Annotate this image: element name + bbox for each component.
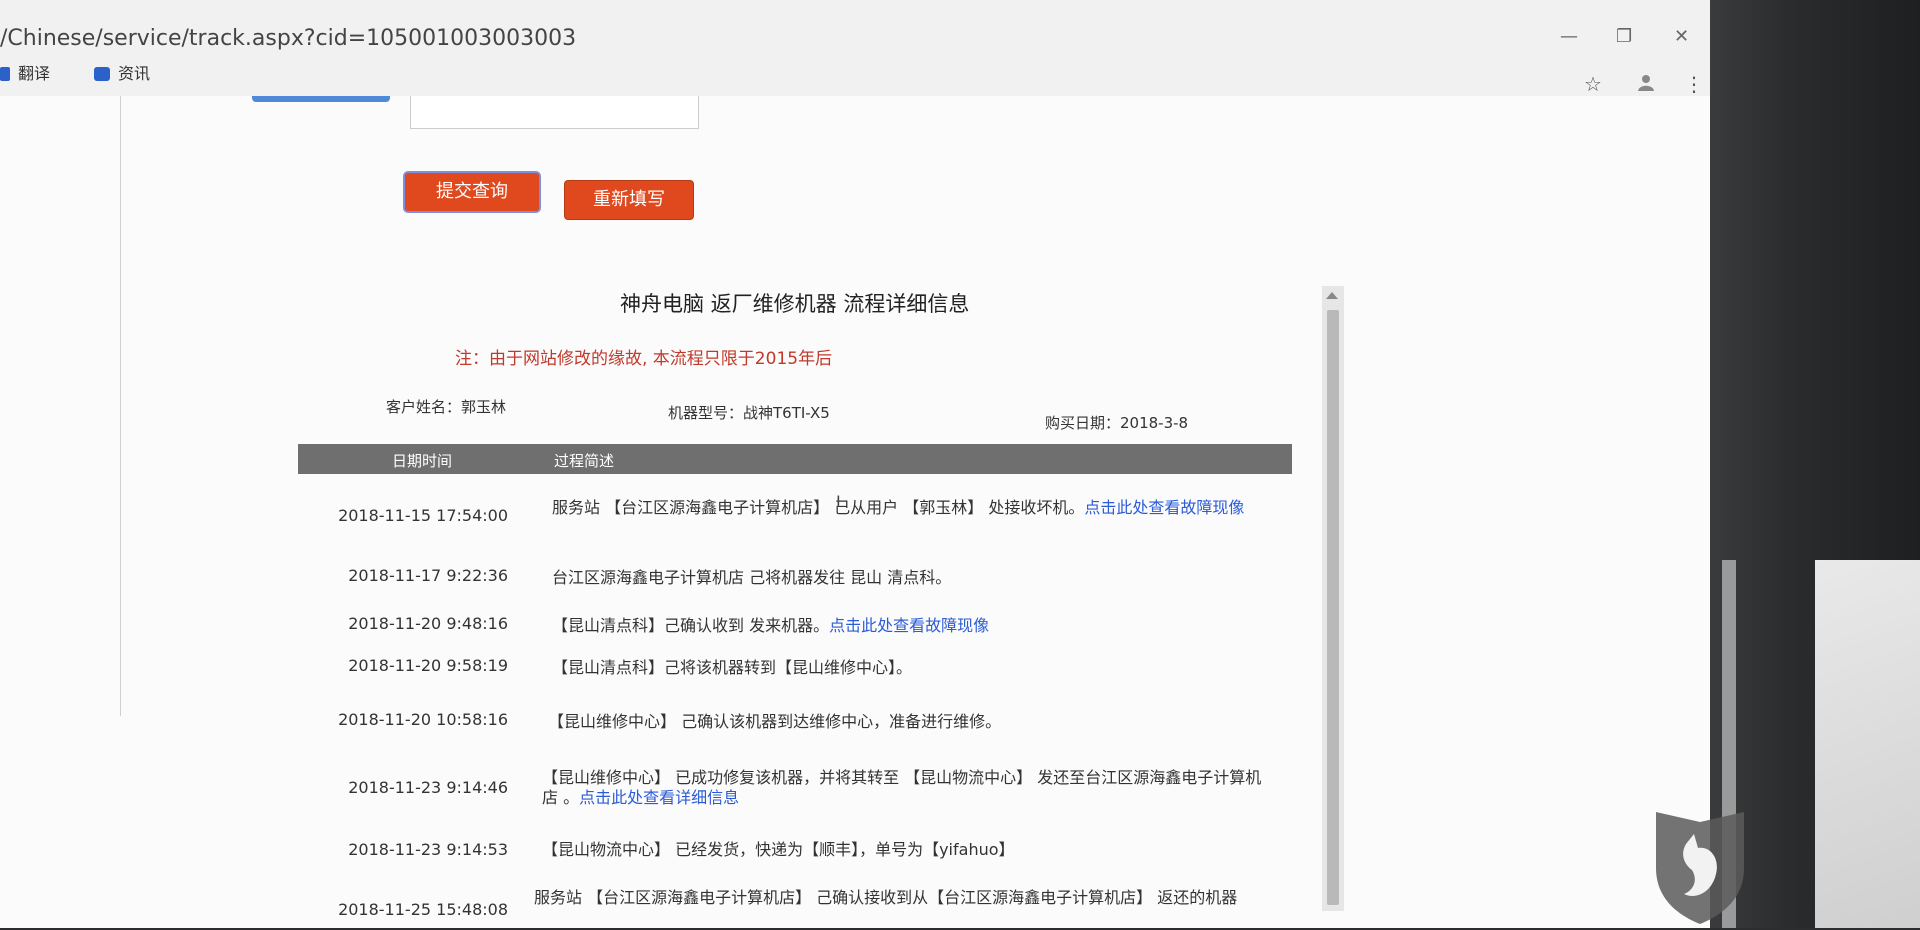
close-icon[interactable]: ✕ bbox=[1674, 26, 1689, 47]
bookmark-news[interactable]: 资讯 bbox=[94, 60, 150, 84]
page-title: 神舟电脑 返厂维修机器 流程详细信息 bbox=[620, 292, 970, 316]
profile-icon[interactable] bbox=[1636, 72, 1656, 97]
header-description: 过程简述 bbox=[554, 452, 615, 470]
table-header: 日期时间 过程简述 bbox=[298, 444, 1292, 474]
row-date: 2018-11-25 15:48:08 bbox=[338, 900, 508, 919]
row-date: 2018-11-20 9:48:16 bbox=[348, 614, 508, 633]
row-description: 服务站 【台江区源海鑫电子计算机店】 己从用户 【郭玉林】 处接收坏机。点击此处… bbox=[552, 498, 1287, 518]
query-input-fragment[interactable] bbox=[410, 96, 699, 129]
minimize-icon[interactable]: — bbox=[1560, 26, 1578, 47]
maximize-icon[interactable]: ❐ bbox=[1616, 26, 1632, 47]
row-text: 服务站 【台江区源海鑫电子计算机店】 己从用户 【郭玉林】 处接收坏机。 bbox=[552, 498, 1085, 517]
header-datetime: 日期时间 bbox=[392, 452, 453, 470]
translate-icon bbox=[0, 67, 10, 81]
row-date: 2018-11-20 10:58:16 bbox=[338, 710, 508, 729]
scroll-up-arrow-icon[interactable] bbox=[1326, 292, 1338, 299]
row-date: 2018-11-17 9:22:36 bbox=[348, 566, 508, 585]
row-text: 【昆山物流中心】 已经发货，快递为【顺丰】，单号为【yifahuo】 bbox=[542, 840, 1015, 859]
submit-query-button[interactable]: 提交查询 bbox=[403, 171, 541, 213]
row-date: 2018-11-15 17:54:00 bbox=[338, 506, 508, 525]
star-icon[interactable]: ☆ bbox=[1584, 72, 1602, 96]
row-date: 2018-11-23 9:14:53 bbox=[348, 840, 508, 859]
row-date: 2018-11-20 9:58:19 bbox=[348, 656, 508, 675]
row-description: 服务站 【台江区源海鑫电子计算机店】 己确认接收到从【台江区源海鑫电子计算机店】… bbox=[534, 888, 1269, 908]
detail-info-link[interactable]: 点击此处查看详细信息 bbox=[579, 788, 739, 807]
machine-model: 机器型号：战神T6TI-X5 bbox=[668, 404, 830, 422]
fault-detail-link[interactable]: 点击此处查看故障现像 bbox=[829, 616, 989, 635]
fault-detail-link[interactable]: 点击此处查看故障现像 bbox=[1084, 498, 1244, 517]
row-date: 2018-11-23 9:14:46 bbox=[348, 778, 508, 797]
row-description: 【昆山维修中心】 已成功修复该机器，并将其转至 【昆山物流中心】 发还至台江区源… bbox=[542, 768, 1277, 808]
page-content: 提交查询 重新填写 神舟电脑 返厂维修机器 流程详细信息 注：由于网站修改的缘故… bbox=[0, 96, 1710, 928]
bookmark-translate[interactable]: 翻译 bbox=[0, 60, 50, 84]
bookmark-label: 资讯 bbox=[118, 64, 151, 83]
scroll-thumb[interactable] bbox=[1327, 310, 1339, 905]
row-description: 【昆山清点科】己将该机器转到【昆山维修中心】。 bbox=[552, 658, 1287, 678]
text-cursor-icon: I bbox=[836, 492, 841, 511]
customer-name: 客户姓名：郭玉林 bbox=[386, 398, 507, 416]
notice-text: 注：由于网站修改的缘故, 本流程只限于2015年后 bbox=[455, 349, 833, 369]
news-icon bbox=[94, 67, 110, 81]
row-text: 【昆山清点科】己确认收到 发来机器。 bbox=[552, 616, 830, 635]
row-description: 【昆山清点科】己确认收到 发来机器。点击此处查看故障现像 bbox=[552, 616, 1287, 636]
row-description: 台江区源海鑫电子计算机店 己将机器发往 昆山 清点科。 bbox=[552, 568, 1287, 588]
divider bbox=[120, 96, 121, 716]
browser-window: /Chinese/service/track.aspx?cid=10500100… bbox=[0, 0, 1710, 928]
row-text: 【昆山清点科】己将该机器转到【昆山维修中心】。 bbox=[552, 658, 913, 677]
menu-kebab-icon[interactable]: ⋮ bbox=[1684, 72, 1704, 96]
background-surface bbox=[1815, 560, 1920, 928]
query-button-fragment[interactable] bbox=[252, 96, 390, 102]
row-text: 【昆山维修中心】 己确认该机器到达维修中心，准备进行维修。 bbox=[548, 712, 1002, 731]
address-bar[interactable]: /Chinese/service/track.aspx?cid=10500100… bbox=[0, 26, 576, 51]
watermark-logo-icon bbox=[1650, 808, 1750, 926]
purchase-date: 购买日期：2018-3-8 bbox=[1045, 414, 1189, 432]
row-description: 【昆山维修中心】 己确认该机器到达维修中心，准备进行维修。 bbox=[548, 712, 1283, 732]
bookmark-label: 翻译 bbox=[18, 64, 51, 83]
row-description: 【昆山物流中心】 已经发货，快递为【顺丰】，单号为【yifahuo】 bbox=[542, 840, 1277, 860]
row-text: 台江区源海鑫电子计算机店 己将机器发往 昆山 清点科。 bbox=[552, 568, 952, 587]
row-text: 服务站 【台江区源海鑫电子计算机店】 己确认接收到从【台江区源海鑫电子计算机店】… bbox=[534, 888, 1238, 907]
reset-button[interactable]: 重新填写 bbox=[564, 180, 694, 220]
